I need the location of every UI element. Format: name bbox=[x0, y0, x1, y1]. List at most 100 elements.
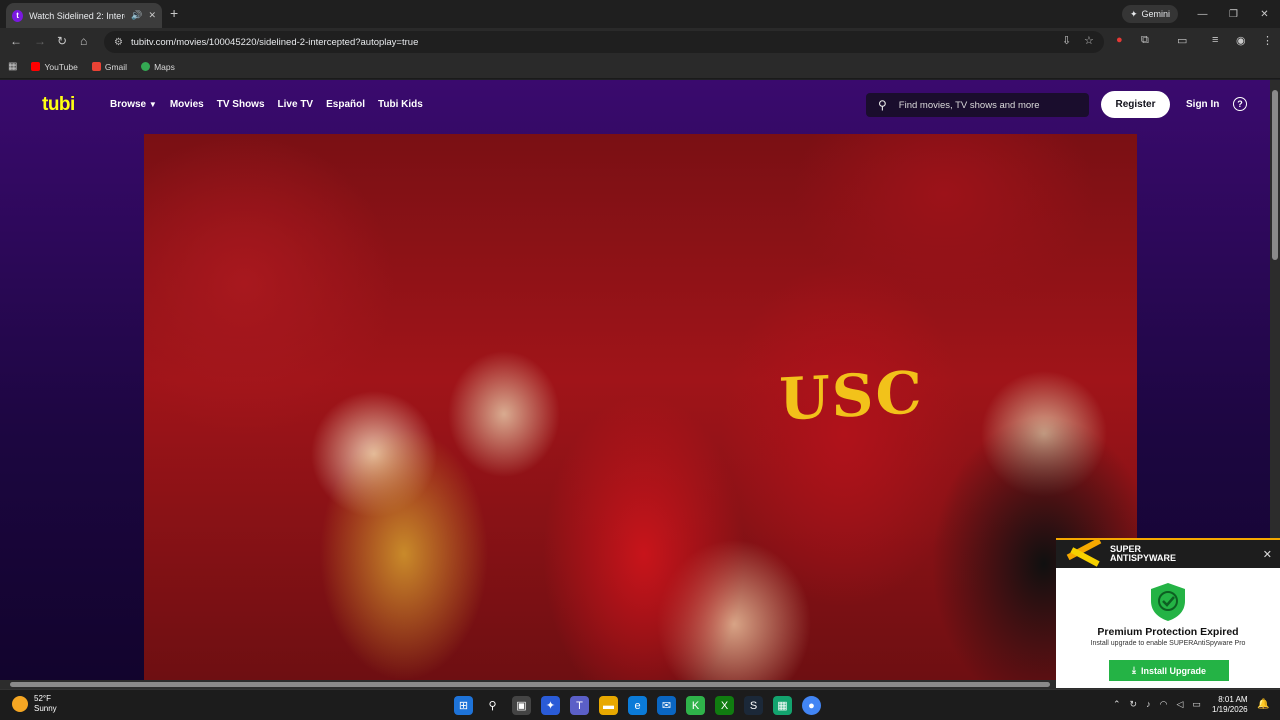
side-panel-icon[interactable]: ▭ bbox=[1177, 34, 1187, 47]
notification-bell-icon[interactable]: 🔔 bbox=[1257, 699, 1269, 710]
tubi-favicon-icon: t bbox=[12, 9, 24, 22]
sign-in-link[interactable]: Sign In bbox=[1186, 99, 1219, 110]
register-button[interactable]: Register bbox=[1101, 91, 1170, 118]
bookmark-star-icon[interactable]: ☆ bbox=[1084, 34, 1094, 47]
mail-icon[interactable]: ✉ bbox=[657, 696, 676, 715]
browser-menu-icon[interactable]: ⋮ bbox=[1262, 34, 1273, 47]
battery-icon[interactable]: ▭ bbox=[1192, 699, 1201, 710]
new-tab-button[interactable]: + bbox=[170, 5, 178, 21]
profile-avatar-icon[interactable]: ◉ bbox=[1236, 34, 1246, 47]
nav-espanol[interactable]: Español bbox=[326, 99, 365, 110]
nav-tv-shows[interactable]: TV Shows bbox=[217, 99, 265, 110]
home-icon[interactable]: ⌂ bbox=[80, 34, 87, 48]
app-icon[interactable]: ▦ bbox=[773, 696, 792, 715]
site-info-icon[interactable]: ⚙ bbox=[114, 37, 123, 48]
nav-tubi-kids[interactable]: Tubi Kids bbox=[378, 99, 423, 110]
weather-condition: Sunny bbox=[34, 704, 57, 713]
taskbar-apps: ⊞ ⚲ ▣ ✦ T ▬ e ✉ K X S ▦ ● bbox=[454, 696, 821, 715]
popup-subtitle: Install upgrade to enable SUPERAntiSpywa… bbox=[1090, 640, 1246, 647]
address-bar[interactable]: ⚙ tubitv.com/movies/100045220/sidelined-… bbox=[104, 31, 1104, 53]
bookmark-label: YouTube bbox=[44, 61, 78, 72]
maps-icon bbox=[141, 62, 151, 71]
nav-browse[interactable]: Browse ▼ bbox=[110, 99, 157, 110]
back-icon[interactable]: ← bbox=[10, 34, 22, 48]
clock-date: 1/19/2026 bbox=[1212, 705, 1248, 714]
install-app-icon[interactable]: ⇩ bbox=[1062, 34, 1071, 47]
popup-header: SUPER ANTISPYWARE ✕ bbox=[1056, 537, 1280, 568]
apps-grid-icon[interactable]: ▦ bbox=[8, 61, 17, 72]
gmail-icon bbox=[91, 62, 101, 71]
reload-icon[interactable]: ↻ bbox=[57, 34, 67, 48]
sun-icon bbox=[12, 696, 28, 712]
tray-sync-icon[interactable]: ↻ bbox=[1130, 699, 1138, 710]
gemini-button[interactable]: ✦ Gemini bbox=[1122, 5, 1179, 23]
antispyware-popup: SUPER ANTISPYWARE ✕ Premium Protection E… bbox=[1056, 537, 1280, 688]
forward-icon[interactable]: → bbox=[34, 34, 46, 48]
tab-close-icon[interactable]: ✕ bbox=[148, 10, 156, 21]
popup-close-icon[interactable]: ✕ bbox=[1263, 548, 1272, 561]
system-tray: ⌃ ↻ ♪ ◠ ◁ ▭ bbox=[1113, 699, 1201, 710]
minimize-icon[interactable]: — bbox=[1187, 0, 1218, 28]
bookmark-label: Maps bbox=[154, 61, 175, 72]
tab-audio-icon[interactable]: 🔊 bbox=[131, 10, 142, 21]
extensions-icon[interactable]: ⧉ bbox=[1141, 34, 1149, 47]
tubi-logo[interactable]: tubi bbox=[42, 94, 75, 116]
bookmark-label: Gmail bbox=[104, 61, 128, 72]
nav-movies[interactable]: Movies bbox=[170, 99, 204, 110]
window-controls: — ❐ ✕ bbox=[1187, 0, 1280, 28]
teams-icon[interactable]: T bbox=[570, 696, 589, 715]
gemini-sparkle-icon: ✦ bbox=[1130, 8, 1138, 19]
tubi-nav: Browse ▼ Movies TV Shows Live TV Español… bbox=[110, 99, 423, 110]
bookmark-youtube[interactable]: YouTube bbox=[31, 61, 78, 72]
video-player[interactable]: USC bbox=[144, 134, 1137, 680]
restore-icon[interactable]: ❐ bbox=[1218, 0, 1249, 28]
taskbar-clock[interactable]: 8:01 AM 1/19/2026 bbox=[1212, 695, 1248, 715]
youtube-icon bbox=[31, 62, 41, 71]
popup-title: Premium Protection Expired bbox=[1097, 626, 1239, 638]
search-taskbar-icon[interactable]: ⚲ bbox=[483, 696, 502, 715]
weather-widget[interactable]: 52°F Sunny bbox=[12, 694, 57, 714]
horizontal-scrollbar-thumb[interactable] bbox=[10, 682, 1050, 687]
bookmarks-bar: ▦ YouTube Gmail Maps bbox=[0, 55, 1280, 79]
shield-check-icon bbox=[1151, 583, 1185, 621]
kick-icon[interactable]: K bbox=[686, 696, 705, 715]
brand-line-2: ANTISPYWARE bbox=[1110, 553, 1177, 563]
tray-chevron-icon[interactable]: ⌃ bbox=[1113, 699, 1121, 710]
microphone-icon[interactable]: ♪ bbox=[1146, 699, 1151, 710]
help-icon[interactable]: ? bbox=[1233, 97, 1247, 111]
wifi-icon[interactable]: ◠ bbox=[1160, 699, 1168, 710]
nav-browse-label: Browse bbox=[110, 99, 147, 110]
search-icon: ⚲ bbox=[878, 98, 887, 112]
bookmark-maps[interactable]: Maps bbox=[141, 62, 175, 72]
task-view-icon[interactable]: ▣ bbox=[512, 696, 531, 715]
media-controls-icon[interactable]: ≡ bbox=[1212, 34, 1218, 46]
start-menu-icon[interactable]: ⊞ bbox=[454, 696, 473, 715]
tubi-header: tubi Browse ▼ Movies TV Shows Live TV Es… bbox=[0, 80, 1270, 128]
file-explorer-icon[interactable]: ▬ bbox=[599, 696, 618, 715]
nav-live-tv[interactable]: Live TV bbox=[278, 99, 314, 110]
download-icon: ⤓ bbox=[1132, 665, 1136, 675]
video-frame-usc-text: USC bbox=[779, 358, 924, 434]
browser-tab-active[interactable]: t Watch Sidelined 2: Intercepted 🔊 ✕ bbox=[6, 3, 162, 28]
steam-icon[interactable]: S bbox=[744, 696, 763, 715]
weather-temperature: 52°F bbox=[34, 694, 51, 703]
window-close-icon[interactable]: ✕ bbox=[1249, 0, 1280, 28]
vertical-scrollbar-thumb[interactable] bbox=[1272, 90, 1278, 260]
tab-title: Watch Sidelined 2: Intercepted bbox=[29, 10, 125, 21]
install-upgrade-button[interactable]: ⤓ Install Upgrade bbox=[1109, 660, 1229, 681]
gemini-label: Gemini bbox=[1141, 9, 1171, 19]
bookmark-gmail[interactable]: Gmail bbox=[91, 61, 128, 72]
install-upgrade-label: Install Upgrade bbox=[1140, 665, 1206, 676]
copilot-icon[interactable]: ✦ bbox=[541, 696, 560, 715]
xbox-icon[interactable]: X bbox=[715, 696, 734, 715]
windows-taskbar: 52°F Sunny ⊞ ⚲ ▣ ✦ T ▬ e ✉ K X S ▦ ● ⌃ ↻… bbox=[0, 689, 1280, 720]
browser-toolbar: ← → ↻ ⌂ ⚙ tubitv.com/movies/100045220/si… bbox=[0, 28, 1280, 55]
superantispyware-logo-icon bbox=[1064, 537, 1104, 567]
search-box[interactable]: ⚲ bbox=[866, 93, 1089, 117]
chevron-down-icon: ▼ bbox=[148, 100, 157, 109]
chrome-icon[interactable]: ● bbox=[802, 696, 821, 715]
search-input[interactable] bbox=[898, 99, 1069, 111]
extension-badge-icon[interactable]: ● bbox=[1116, 34, 1123, 46]
volume-icon[interactable]: ◁ bbox=[1176, 699, 1183, 710]
edge-icon[interactable]: e bbox=[628, 696, 647, 715]
